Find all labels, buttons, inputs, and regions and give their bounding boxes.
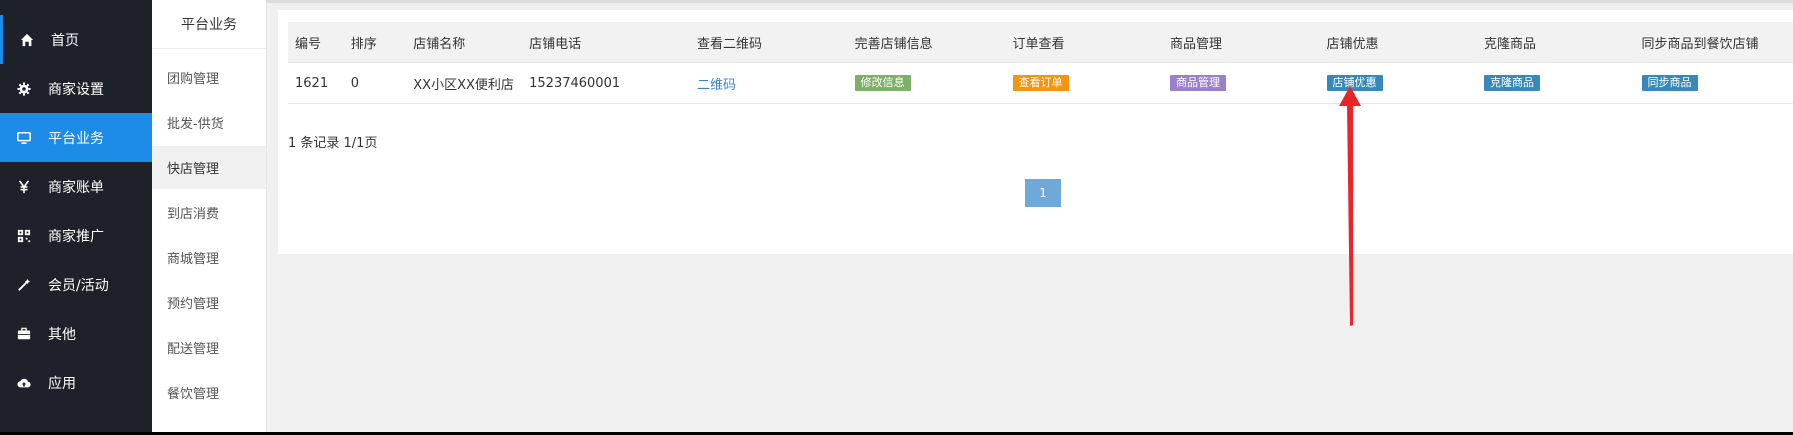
sub-item-mall[interactable]: 商城管理	[152, 236, 266, 279]
pagination-page-button[interactable]: 1	[1025, 179, 1061, 207]
nav-label: 首页	[51, 32, 79, 49]
sub-sidebar-title: 平台业务	[152, 0, 266, 49]
table-row: 1621 0 XX小区XX便利店 15237460001 二维码 修改信息 查看…	[288, 62, 1793, 104]
cell-phone: 15237460001	[522, 62, 691, 104]
qrcode-link[interactable]: 二维码	[697, 78, 736, 93]
cell-sort: 0	[343, 62, 407, 104]
content-panel: 编号 排序 店铺名称 店铺电话 查看二维码 完善店铺信息 订单查看 商品管理 店…	[278, 10, 1793, 254]
nav-label: 商家设置	[48, 81, 104, 98]
nav-item-home[interactable]: 首页	[0, 15, 152, 64]
store-discount-button[interactable]: 店铺优惠	[1326, 75, 1383, 91]
sub-sidebar: 平台业务 团购管理 批发-供货 快店管理 到店消费 商城管理 预约管理 配送管理…	[152, 0, 267, 432]
records-count: 1 条记录 1/1页	[288, 136, 378, 151]
col-header: 店铺优惠	[1319, 22, 1478, 63]
clone-goods-button[interactable]: 克隆商品	[1484, 75, 1541, 91]
nav-label: 商家推广	[48, 228, 104, 245]
col-header: 查看二维码	[690, 22, 848, 63]
magic-wand-icon	[0, 278, 48, 292]
col-header: 克隆商品	[1477, 22, 1635, 63]
qrcode-icon	[0, 229, 48, 243]
gear-icon	[0, 81, 48, 96]
nav-item-merchant-bills[interactable]: 商家账单	[0, 162, 152, 211]
sub-item-quick-store[interactable]: 快店管理	[152, 146, 266, 189]
monitor-icon	[0, 131, 48, 145]
sub-item-catering[interactable]: 餐饮管理	[152, 371, 266, 414]
nav-label: 应用	[48, 375, 76, 392]
sync-goods-button[interactable]: 同步商品	[1641, 75, 1698, 91]
goods-manage-button[interactable]: 商品管理	[1170, 75, 1227, 91]
view-orders-button[interactable]: 查看订单	[1012, 75, 1069, 91]
sub-item-in-store[interactable]: 到店消费	[152, 191, 266, 234]
nav-item-platform-business[interactable]: 平台业务	[0, 113, 152, 162]
nav-item-members-activities[interactable]: 会员/活动	[0, 260, 152, 309]
nav-label: 其他	[48, 326, 76, 343]
col-header: 完善店铺信息	[847, 22, 1006, 63]
nav-label: 平台业务	[48, 130, 104, 147]
col-header: 订单查看	[1005, 22, 1164, 63]
sub-item-wholesale[interactable]: 批发-供货	[152, 101, 266, 144]
col-header: 排序	[343, 22, 407, 63]
col-header: 店铺名称	[406, 22, 523, 63]
col-header: 店铺电话	[522, 22, 691, 63]
top-divider	[266, 0, 1793, 3]
nav-item-other[interactable]: 其他	[0, 309, 152, 358]
nav-label: 会员/活动	[48, 277, 109, 294]
col-header: 同步商品到餐饮店铺	[1634, 22, 1793, 63]
briefcase-icon	[0, 327, 48, 341]
nav-item-apps[interactable]: 应用	[0, 358, 152, 407]
sub-item-booking[interactable]: 预约管理	[152, 281, 266, 324]
cell-id: 1621	[288, 62, 344, 104]
nav-label: 商家账单	[48, 179, 104, 196]
col-header: 商品管理	[1163, 22, 1320, 63]
store-table: 编号 排序 店铺名称 店铺电话 查看二维码 完善店铺信息 订单查看 商品管理 店…	[288, 22, 1793, 104]
sub-item-delivery[interactable]: 配送管理	[152, 326, 266, 369]
home-icon	[3, 33, 51, 47]
nav-item-merchant-promotion[interactable]: 商家推广	[0, 211, 152, 260]
nav-item-merchant-settings[interactable]: 商家设置	[0, 64, 152, 113]
sub-item-group-buy[interactable]: 团购管理	[152, 56, 266, 99]
cell-store-name: XX小区XX便利店	[406, 62, 523, 104]
edit-info-button[interactable]: 修改信息	[854, 75, 911, 91]
yen-icon	[0, 179, 48, 194]
cloud-upload-icon	[0, 376, 48, 390]
col-header: 编号	[288, 22, 344, 63]
main-sidebar: 首页 商家设置 平台业务 商家账单 商家推广 会员/活动 其他 应用	[0, 0, 152, 432]
table-header-row: 编号 排序 店铺名称 店铺电话 查看二维码 完善店铺信息 订单查看 商品管理 店…	[288, 22, 1793, 63]
